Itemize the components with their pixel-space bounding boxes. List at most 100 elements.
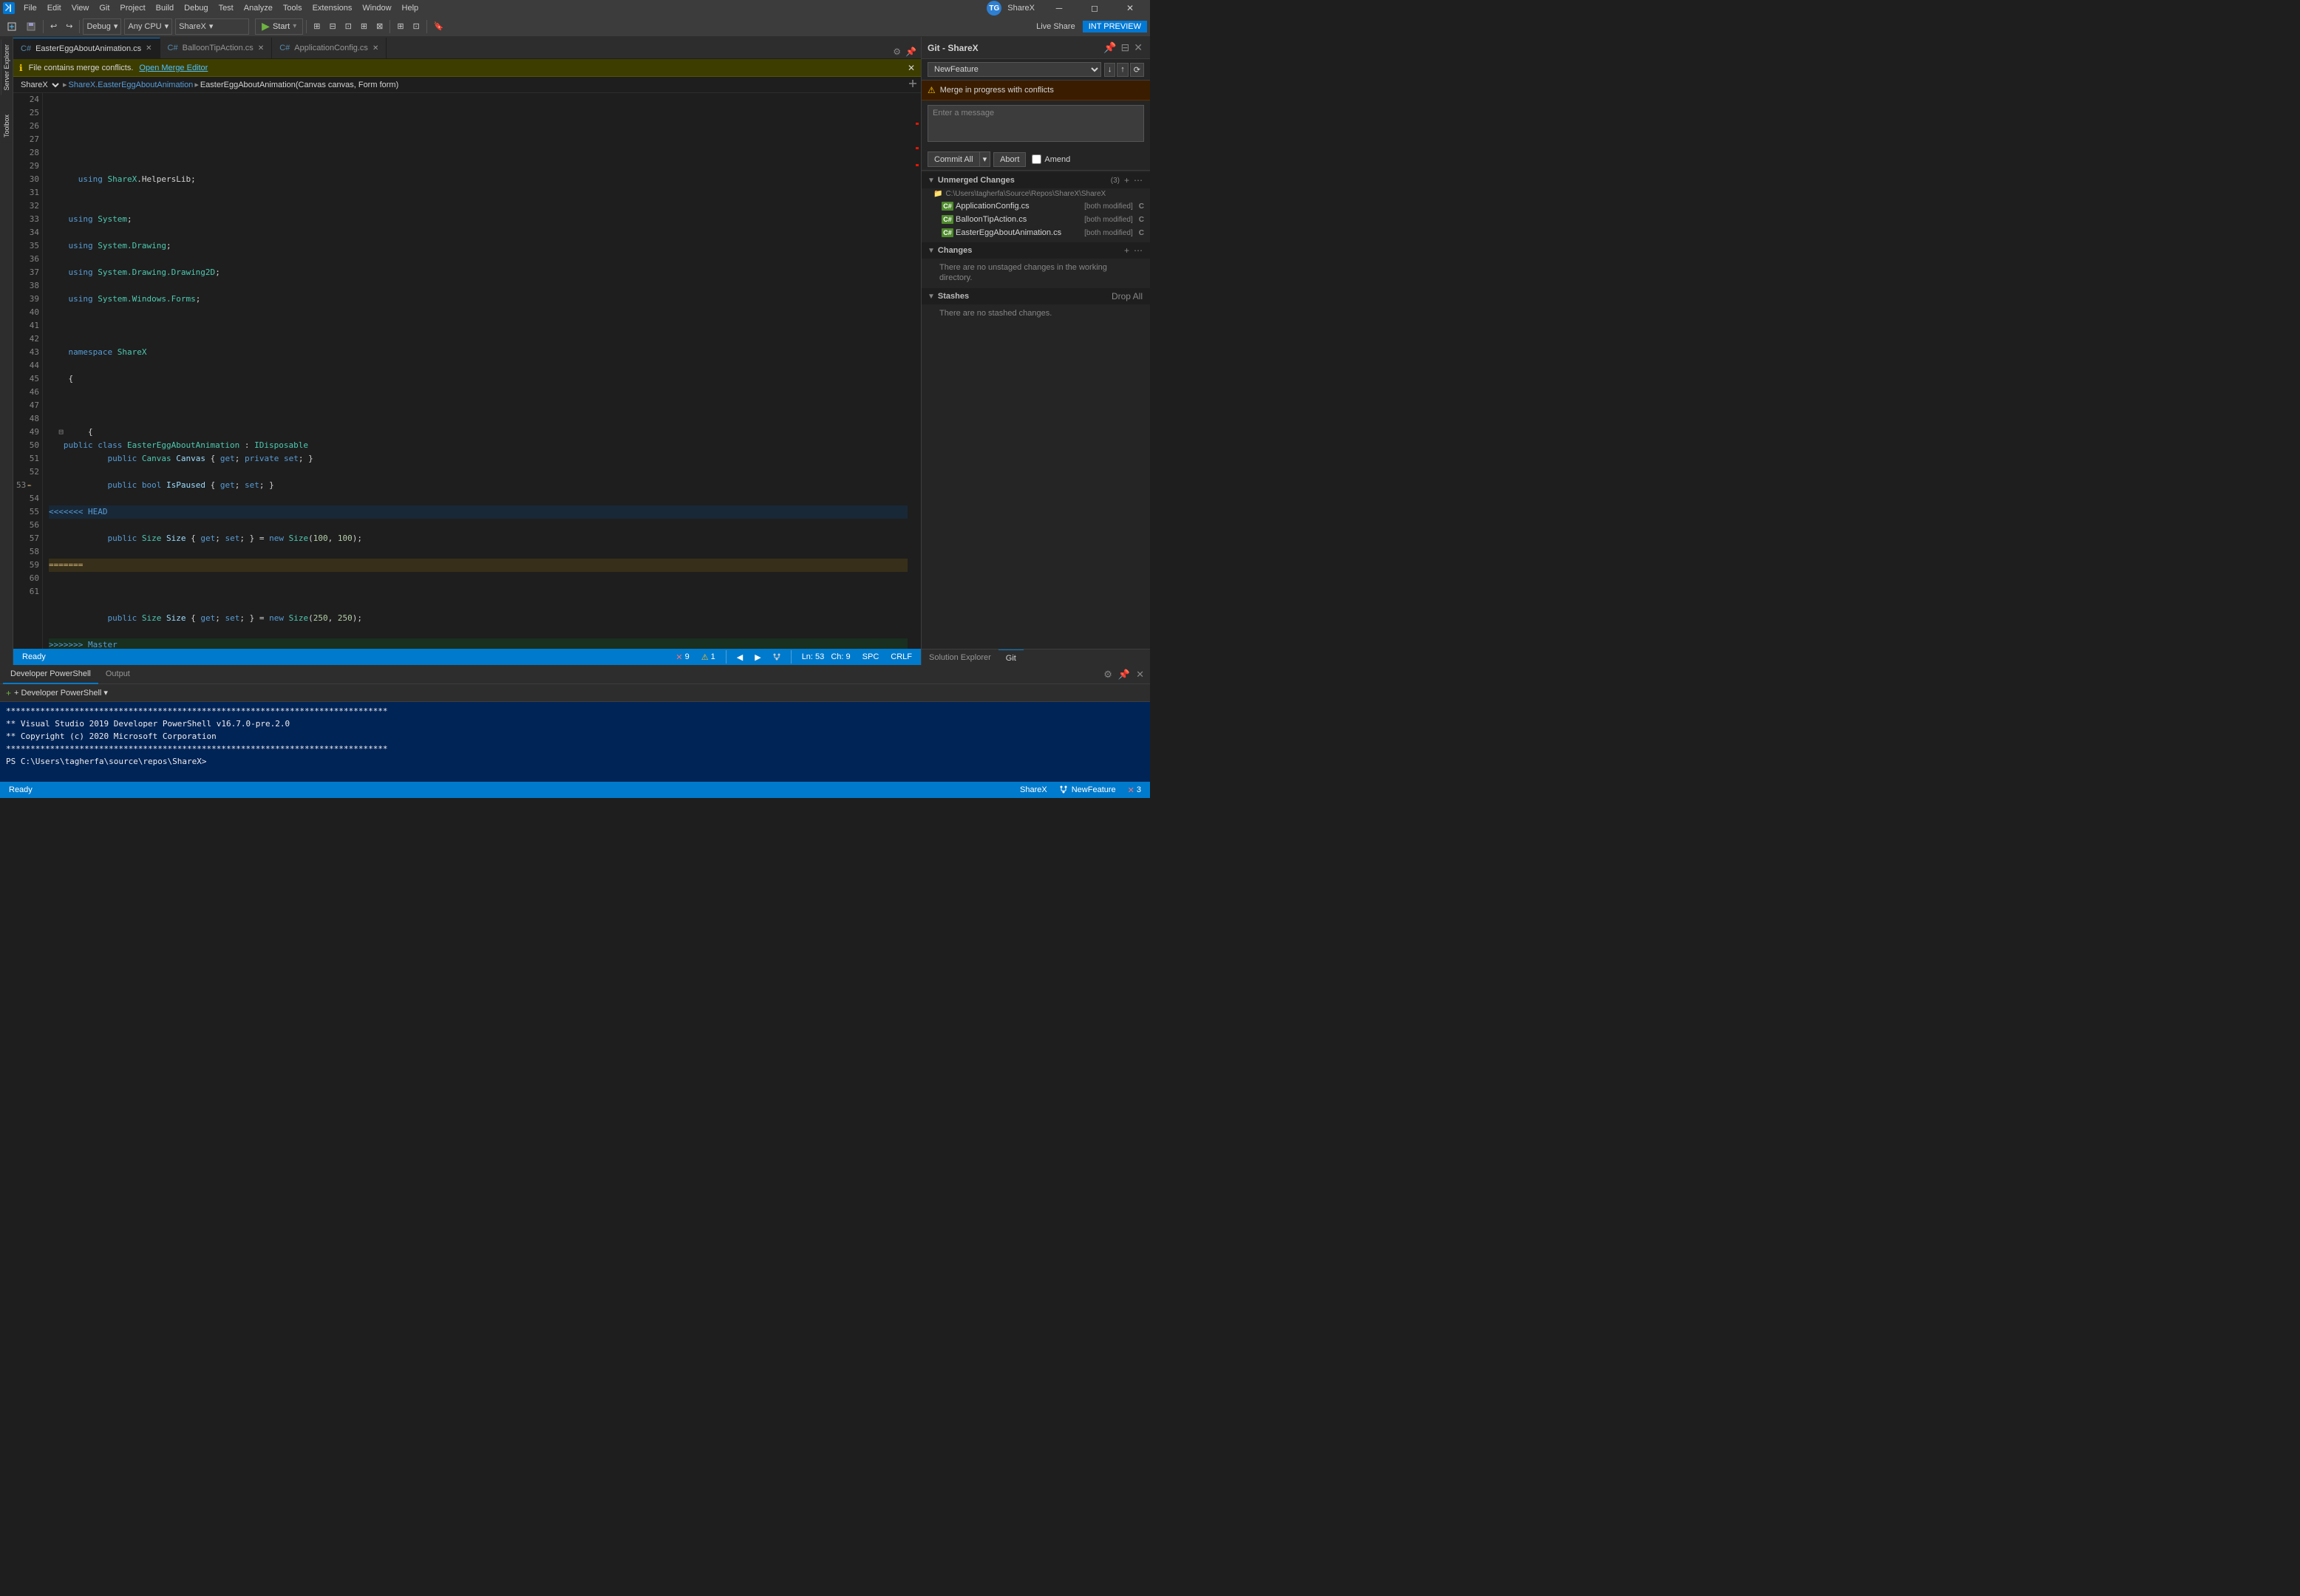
tab-developer-powershell[interactable]: Developer PowerShell (3, 665, 98, 684)
user-avatar[interactable]: TG (987, 1, 1001, 16)
line-ending[interactable]: CRLF (888, 652, 915, 661)
amend-checkbox[interactable] (1032, 154, 1041, 164)
new-project-btn[interactable] (3, 18, 21, 35)
status-errors[interactable]: ✕ 9 (673, 652, 692, 662)
config-dropdown[interactable]: Debug ▾ (83, 18, 121, 35)
stashes-section-header[interactable]: ▼ Stashes Drop All (922, 288, 1150, 304)
menu-analyze[interactable]: Analyze (239, 0, 277, 16)
status-warnings[interactable]: ⚠ 1 (698, 652, 718, 662)
menu-view[interactable]: View (67, 0, 94, 16)
bottom-panel-close-btn[interactable]: ✕ (1133, 667, 1147, 682)
git-close-btn[interactable]: ✕ (1132, 40, 1144, 55)
stage-all-btn[interactable]: + (1123, 174, 1131, 186)
menu-git[interactable]: Git (95, 0, 114, 16)
file-app-config[interactable]: C# ApplicationConfig.cs [both modified] … (922, 200, 1150, 213)
toolbox-label[interactable]: Toolbox (1, 110, 12, 142)
menu-window[interactable]: Window (358, 0, 395, 16)
sharex-status[interactable]: ShareX (1017, 785, 1050, 794)
toolbar-extra-3[interactable]: ⊡ (341, 18, 355, 35)
changes-more-btn[interactable]: ⋯ (1132, 245, 1144, 256)
menu-tools[interactable]: Tools (279, 0, 307, 16)
platform-dropdown[interactable]: Any CPU ▾ (124, 18, 172, 35)
tab-balloon-tip[interactable]: C# BalloonTipAction.cs ✕ (160, 38, 273, 58)
tab-close-3[interactable]: ✕ (372, 44, 378, 52)
menu-help[interactable]: Help (398, 0, 423, 16)
abort-btn[interactable]: Abort (993, 152, 1026, 167)
tab-close-1[interactable]: ✕ (146, 44, 152, 52)
menu-project[interactable]: Project (115, 0, 149, 16)
git-message-input[interactable] (928, 105, 1144, 142)
minimize-btn[interactable]: ─ (1042, 0, 1076, 16)
git-fetch-btn[interactable]: ↓ (1104, 63, 1116, 77)
cursor-pos[interactable]: Ln: 53 Ch: 9 (799, 652, 854, 661)
restore-btn[interactable]: ◻ (1078, 0, 1112, 16)
menu-edit[interactable]: Edit (43, 0, 66, 16)
menu-test[interactable]: Test (214, 0, 238, 16)
breadcrumb-add-btn[interactable] (908, 78, 918, 91)
undo-btn[interactable]: ↩ (47, 18, 61, 35)
newfeature-status[interactable]: NewFeature (1056, 785, 1119, 794)
branch-selector[interactable]: NewFeature (928, 62, 1101, 77)
breadcrumb-file[interactable]: ShareX.EasterEggAboutAnimation (69, 81, 194, 89)
commit-all-btn[interactable]: Commit All (928, 151, 980, 167)
tab-settings-btn[interactable]: ⚙ (891, 45, 902, 58)
git-maximize-btn[interactable]: ⊟ (1120, 40, 1132, 55)
toolbar-extra-1[interactable]: ⊞ (310, 18, 324, 35)
git-push-btn[interactable]: ↑ (1117, 63, 1129, 77)
file-easter-egg[interactable]: C# EasterEggAboutAnimation.cs [both modi… (922, 226, 1150, 239)
tab-easter-egg[interactable]: C# EasterEggAboutAnimation.cs ✕ (13, 38, 160, 58)
unmerged-section-header[interactable]: ▼ Unmerged Changes (3) + ⋯ (922, 172, 1150, 188)
footer-tab-solution-explorer[interactable]: Solution Explorer (922, 649, 998, 666)
tab-close-2[interactable]: ✕ (258, 44, 264, 52)
encoding[interactable]: SPC (860, 652, 882, 661)
redo-btn[interactable]: ↪ (62, 18, 76, 35)
menu-file[interactable]: File (19, 0, 41, 16)
menu-build[interactable]: Build (152, 0, 178, 16)
file-balloon-tip[interactable]: C# BalloonTipAction.cs [both modified] C (922, 213, 1150, 226)
toolbar-extra-6[interactable]: ⊞ (393, 18, 407, 35)
server-explorer-label[interactable]: Server Explorer (1, 40, 12, 95)
status-ready[interactable]: Ready (19, 652, 49, 661)
save-btn[interactable] (22, 18, 40, 35)
tab-app-config[interactable]: C# ApplicationConfig.cs ✕ (272, 38, 387, 58)
drop-all-btn[interactable]: Drop All (1110, 290, 1144, 302)
warning-icon: ℹ (19, 63, 23, 73)
toolbar-extra-4[interactable]: ⊞ (357, 18, 371, 35)
nav-forward[interactable]: ▶ (752, 652, 763, 662)
add-changes-btn[interactable]: + (1123, 245, 1131, 256)
menu-debug[interactable]: Debug (180, 0, 212, 16)
live-share-area[interactable]: Live Share (1036, 22, 1081, 31)
cs-file-icon-3: C# (942, 228, 953, 238)
git-pin-btn[interactable]: 📌 (1102, 40, 1117, 55)
nav-back[interactable]: ◀ (734, 652, 746, 662)
warning-close[interactable]: ✕ (908, 63, 915, 73)
bottom-panel-pin-btn[interactable]: 📌 (1115, 667, 1133, 682)
bottom-panel-settings-btn[interactable]: ⚙ (1100, 667, 1115, 682)
menu-extensions[interactable]: Extensions (308, 0, 357, 16)
breadcrumb-member[interactable]: EasterEggAboutAnimation(Canvas canvas, F… (200, 81, 398, 89)
more-btn[interactable]: ⋯ (1132, 174, 1144, 186)
tab-pin-btn[interactable]: 📌 (904, 45, 918, 58)
close-btn[interactable]: ✕ (1113, 0, 1147, 16)
ps-header-title[interactable]: + Developer PowerShell ▾ (14, 688, 108, 698)
file-name-2: BalloonTipAction.cs (956, 215, 1081, 224)
tab-output[interactable]: Output (98, 665, 137, 684)
open-merge-editor-link[interactable]: Open Merge Editor (139, 64, 208, 72)
git-sync-btn[interactable]: ⟳ (1130, 63, 1144, 77)
toolbar-extra-7[interactable]: ⊡ (409, 18, 423, 35)
bookmark-btn[interactable]: 🔖 (430, 18, 448, 35)
bottom-ready[interactable]: Ready (6, 785, 35, 794)
int-preview-btn[interactable]: INT PREVIEW (1083, 21, 1147, 33)
project-dropdown[interactable]: ShareX ▾ (175, 18, 249, 35)
start-btn[interactable]: ▶ Start ▾ (255, 18, 303, 35)
error-status[interactable]: ✕ 3 (1125, 785, 1144, 795)
changes-section-header[interactable]: ▼ Changes + ⋯ (922, 242, 1150, 259)
toolbar-extra-2[interactable]: ⊟ (325, 18, 339, 35)
project-breadcrumb[interactable]: ShareX (16, 80, 61, 90)
code-content[interactable]: using ShareX.HelpersLib; using System; u… (43, 93, 913, 649)
ps-content[interactable]: ****************************************… (0, 702, 1150, 782)
commit-dropdown-btn[interactable]: ▾ (980, 151, 991, 167)
nav-branch[interactable] (770, 653, 783, 661)
footer-tab-git[interactable]: Git (998, 649, 1024, 666)
toolbar-extra-5[interactable]: ⊠ (372, 18, 387, 35)
